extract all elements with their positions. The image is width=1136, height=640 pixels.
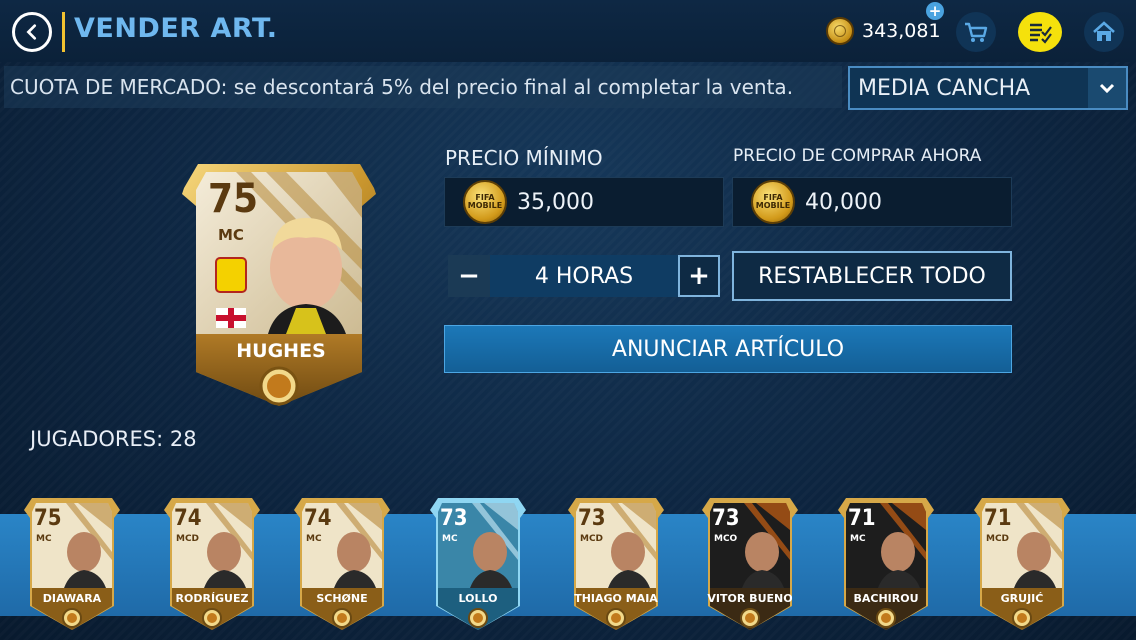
buy-now-label: PRECIO DE COMPRAR AHORA [733,146,982,166]
player-card-rating: 71 [848,506,876,531]
duration-value: 4 HORAS [490,255,678,297]
duration-decrease-button[interactable]: − [448,255,490,297]
add-coins-button[interactable]: + [926,2,944,20]
player-card[interactable]: 75 MC DIAWARA [22,494,122,634]
player-card-position: MC [442,534,458,544]
buy-now-input[interactable]: FIFA MOBILE 40,000 [732,177,1012,227]
reset-all-button[interactable]: RESTABLECER TODO [732,251,1012,301]
duration-increase-button[interactable]: + [678,255,720,297]
home-icon [1093,21,1115,41]
back-arrow-icon [26,24,37,40]
player-card-name: GRUJIĆ [1000,592,1044,605]
player-card[interactable]: 73 MC LOLLO [428,494,528,634]
player-card-name: THIAGO MAIA [574,592,658,605]
player-card-position: MCO [714,534,738,544]
player-card-name: LOLLO [458,592,498,605]
player-card-rating: 73 [578,506,606,531]
store-button[interactable] [956,12,996,52]
player-card[interactable]: 74 MCD RODRÍGUEZ [162,494,262,634]
player-card-name: RODRÍGUEZ [175,592,249,605]
player-card[interactable]: 73 MCO VITOR BUENO [700,494,800,634]
player-card-position: MCD [580,534,604,544]
page-title: VENDER ART. [74,13,278,44]
min-price-label: PRECIO MÍNIMO [445,146,603,170]
position-dropdown-value: MEDIA CANCHA [858,75,1031,101]
min-price-value: 35,000 [517,189,594,215]
player-card-name: VITOR BUENO [707,592,793,605]
player-card-position: MC [850,534,866,544]
top-bar: VENDER ART. 343,081 + [0,0,1136,62]
player-card[interactable]: 73 MCD THIAGO MAIA [566,494,666,634]
player-card-name: SCHØNE [316,592,368,605]
coin-balance: 343,081 [826,14,941,48]
buy-now-value: 40,000 [805,189,882,215]
player-card-rating: 73 [440,506,468,531]
title-accent [62,12,65,52]
cart-icon [965,22,988,42]
position-dropdown[interactable]: MEDIA CANCHA [848,66,1128,110]
duration-stepper: − 4 HORAS + [448,255,720,297]
player-card[interactable]: 71 MC BACHIROU [836,494,936,634]
home-button[interactable] [1084,12,1124,52]
market-fee-notice: CUOTA DE MERCADO: se descontará 5% del p… [4,66,842,108]
player-card-position: MCD [176,534,200,544]
player-card[interactable]: 74 MC SCHØNE [292,494,392,634]
fifa-coin-icon: FIFA MOBILE [751,180,795,224]
selected-player-rating: 75 [208,176,259,222]
objectives-button[interactable] [1018,12,1062,52]
fifa-coin-icon: FIFA MOBILE [463,180,507,224]
min-price-input[interactable]: FIFA MOBILE 35,000 [444,177,724,227]
player-card-rating: 74 [174,506,202,531]
player-card-position: MCD [986,534,1010,544]
chevron-down-icon [1088,68,1126,108]
player-card-rating: 71 [984,506,1012,531]
checklist-icon [1030,23,1052,44]
player-card-position: MC [306,534,322,544]
coin-amount: 343,081 [862,20,941,42]
player-card-rating: 75 [34,506,62,531]
back-button[interactable] [12,12,52,52]
player-card-position: MC [36,534,52,544]
coin-icon [826,17,854,45]
selected-player-position: MC [218,226,244,244]
player-card-name: DIAWARA [42,592,102,605]
player-card-rating: 73 [712,506,740,531]
player-card-name: BACHIROU [853,592,919,605]
list-item-button[interactable]: ANUNCIAR ARTÍCULO [444,325,1012,373]
selected-player-name: HUGHES [236,340,326,362]
player-card-rating: 74 [304,506,332,531]
player-card[interactable]: 71 MCD GRUJIĆ [972,494,1072,634]
selected-player-card [176,158,382,410]
players-count: JUGADORES: 28 [30,427,197,451]
